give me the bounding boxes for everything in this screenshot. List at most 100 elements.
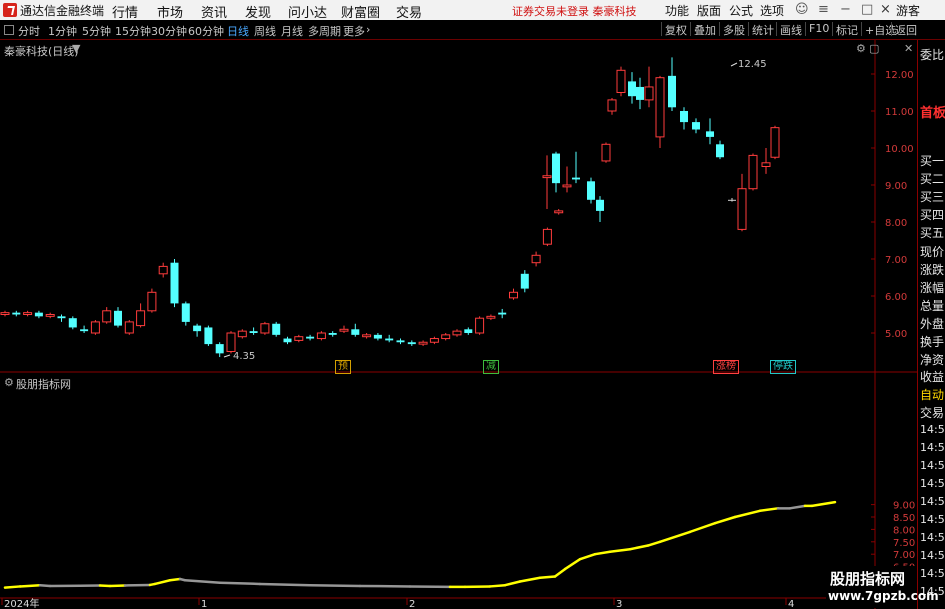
menu-gongshi[interactable]: 公式	[729, 2, 753, 19]
btn-fuquan[interactable]: 复权	[661, 22, 687, 37]
sidebar-tick-time: 14:56	[920, 549, 945, 562]
menu-hangqing[interactable]: 行情	[112, 2, 138, 21]
kline-candle-down	[272, 323, 281, 335]
period-daily[interactable]: 日线	[227, 23, 249, 39]
period-monthly[interactable]: 月线	[281, 23, 303, 39]
menu-jiaoyi[interactable]: 交易	[396, 2, 422, 21]
kline-candle-up	[542, 175, 552, 179]
kline-chart-area[interactable]: 12.0011.0010.009.008.007.006.005.009.008…	[0, 40, 917, 609]
kline-candle-up	[0, 312, 10, 315]
maximize-icon[interactable]: □	[861, 2, 873, 17]
sidebar-buy4: 买四	[920, 208, 945, 222]
btn-f10[interactable]: F10	[805, 22, 829, 36]
kline-candle-down	[306, 336, 315, 339]
kline-candle-up	[509, 291, 518, 299]
indicator-line-segment	[628, 544, 650, 551]
price-tick-label: 9.00	[885, 181, 907, 192]
sidebar-tick-time: 14:56	[920, 495, 945, 508]
menu-banmian[interactable]: 版面	[697, 2, 721, 19]
window-icon[interactable]: ▢	[869, 42, 879, 55]
indicator-line-segment	[810, 500, 837, 508]
price-tick-label: 6.00	[885, 292, 907, 303]
kline-candle-down	[193, 325, 202, 332]
app-logo-icon	[3, 3, 17, 17]
period-1min[interactable]: 1分钟	[48, 23, 77, 39]
indicator-line-segment	[258, 582, 312, 587]
main-chart-title: 秦豪科技(日线)	[4, 45, 79, 58]
kline-candle-up	[226, 332, 236, 352]
period-30min[interactable]: 30分钟	[151, 23, 187, 39]
close-icon[interactable]: ×	[880, 2, 891, 17]
period-5min[interactable]: 5分钟	[82, 23, 111, 39]
menu-xuanxiang[interactable]: 选项	[760, 2, 784, 19]
sidebar-jiaoyi[interactable]: 交易	[920, 404, 944, 421]
kline-candle-up	[542, 228, 552, 245]
price-tick-label: 11.00	[885, 107, 914, 118]
menu-icon[interactable]: ≡	[818, 2, 829, 17]
settings-gear-icon[interactable]: ⚙	[856, 42, 866, 55]
period-fenshi[interactable]: 分时	[18, 23, 40, 39]
menu-zixun[interactable]: 资讯	[201, 2, 227, 21]
period-more[interactable]: 更多	[343, 23, 365, 39]
indicator-line-segment	[183, 578, 222, 584]
event-badge-jian[interactable]: 减	[483, 360, 499, 374]
guest-label[interactable]: 游客	[896, 2, 920, 19]
sidebar-weibi: 委比	[920, 48, 945, 62]
kline-candle-up	[441, 334, 451, 340]
indicator-line-segment	[733, 509, 762, 519]
indicator-tick-label: 7.50	[893, 538, 915, 549]
indicator-line-segment	[608, 547, 632, 553]
kline-candle-down	[464, 329, 473, 333]
kline-candle-up	[237, 330, 247, 338]
sidebar-tick-time: 14:56	[920, 423, 945, 436]
login-notice[interactable]: 证券交易未登录 秦豪科技	[512, 3, 637, 19]
btn-biaoji[interactable]: 标记	[832, 22, 858, 37]
indicator-line-segment	[688, 521, 717, 534]
kline-candle-up	[486, 315, 496, 319]
price-tick-label: 5.00	[885, 329, 907, 340]
menu-caifuquan[interactable]: 财富圈	[341, 2, 380, 21]
menu-faxian[interactable]: 发现	[245, 2, 271, 21]
time-tick-label: 2024年	[4, 597, 39, 609]
indicator-line-segment	[18, 583, 42, 588]
period-multi[interactable]: 多周期	[308, 23, 341, 39]
sidebar-zidong[interactable]: 自动	[920, 386, 944, 403]
period-60min[interactable]: 60分钟	[188, 23, 224, 39]
period-15min[interactable]: 15分钟	[115, 23, 151, 39]
minimize-icon[interactable]: −	[840, 2, 851, 17]
indicator-line-segment	[218, 581, 262, 586]
panel-close-icon[interactable]: ✕	[904, 42, 913, 55]
toolbar-toggle-icon[interactable]	[4, 25, 14, 35]
event-badge-tingdie[interactable]: 停跌	[770, 360, 796, 374]
period-weekly[interactable]: 周线	[254, 23, 276, 39]
chevron-right-icon[interactable]: ›	[366, 23, 370, 36]
title-bar: 通达信金融终端 行情 市场 资讯 发现 问小达 财富圈 交易 证券交易未登录 秦…	[0, 0, 945, 21]
kline-candle-down	[373, 334, 382, 339]
menu-wenxiaoda[interactable]: 问小达	[288, 2, 327, 21]
btn-fanhui[interactable]: 返回	[891, 22, 917, 37]
kline-candle-up	[761, 162, 771, 168]
price-tick-label: 8.00	[885, 218, 907, 229]
btn-diejia[interactable]: 叠加	[690, 22, 716, 37]
time-tick-label: 4	[788, 599, 794, 609]
dropdown-arrow-icon[interactable]: ▼	[72, 42, 80, 55]
menu-shichang[interactable]: 市场	[157, 2, 183, 21]
indicator-settings-icon[interactable]: ⚙	[4, 376, 14, 389]
indicator-line-segment	[658, 530, 692, 544]
low-price-label: 4.35	[233, 351, 256, 362]
btn-duogu[interactable]: 多股	[719, 22, 745, 37]
account-icon[interactable]: ☺	[795, 2, 809, 17]
kline-candle-down	[283, 338, 292, 343]
kline-candle-up	[452, 330, 462, 336]
event-badge-zhangbang[interactable]: 涨榜	[713, 360, 739, 374]
indicator-line-segment	[758, 507, 780, 513]
menu-gongneng[interactable]: 功能	[665, 2, 689, 19]
btn-huaxian[interactable]: 画线	[776, 22, 802, 37]
kline-candle-down	[351, 329, 360, 335]
event-badge-yu[interactable]: 预	[335, 360, 351, 374]
kline-candle-up	[737, 188, 747, 230]
tdx-terminal-window: 通达信金融终端 行情 市场 资讯 发现 问小达 财富圈 交易 证券交易未登录 秦…	[0, 0, 945, 609]
kline-candle-down	[57, 316, 66, 319]
kline-candle-down	[215, 344, 224, 354]
btn-tongji[interactable]: 统计	[748, 22, 774, 37]
